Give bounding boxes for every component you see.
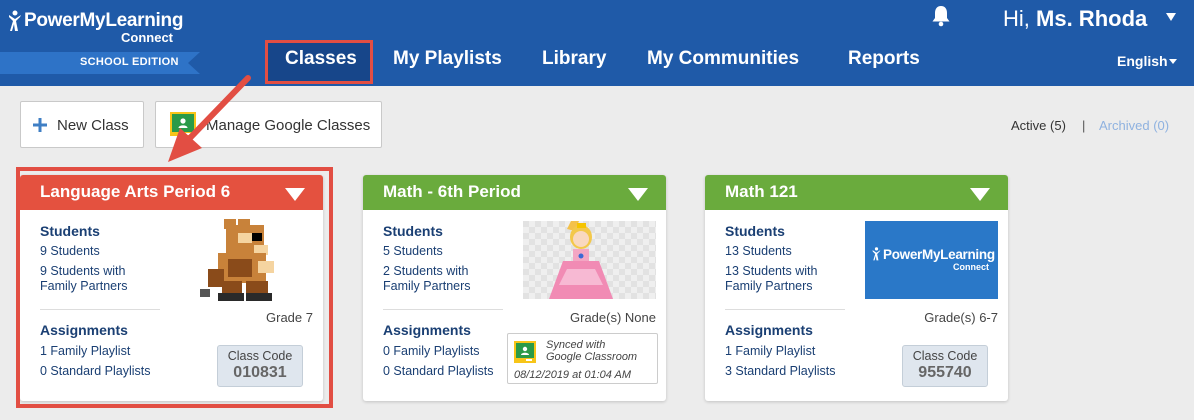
filter-separator: | (1082, 118, 1086, 133)
annotation-arrow-icon (168, 75, 251, 162)
assignments-heading: Assignments (383, 322, 471, 338)
card-divider (383, 309, 503, 310)
class-code-box: Class Code 955740 (902, 345, 988, 387)
students-heading: Students (725, 223, 785, 239)
family-playlist-count: 1 Family Playlist (725, 344, 816, 358)
family-partner-count: 13 Students with Family Partners (725, 264, 818, 293)
language-selector[interactable]: English (1117, 53, 1168, 69)
new-class-label: New Class (57, 117, 129, 134)
students-heading: Students (383, 223, 443, 239)
logo-person-icon (872, 247, 881, 261)
class-image-logo: PowerMyLearning Connect (865, 221, 998, 299)
tab-reports[interactable]: Reports (848, 48, 920, 70)
user-menu-caret-icon[interactable] (1166, 13, 1176, 21)
princess-peach-image (523, 221, 656, 299)
tile-logo-subtext: Connect (953, 262, 989, 272)
card-menu-caret-icon[interactable] (628, 188, 648, 201)
class-card-math-121[interactable]: Math 121 Students 13 Students 13 Student… (705, 175, 1008, 401)
archived-classes-filter[interactable]: Archived (0) (1099, 118, 1169, 133)
student-count: 5 Students (383, 244, 443, 258)
bell-icon[interactable] (931, 5, 951, 27)
grade-label: Grade(s) 6-7 (924, 310, 998, 325)
class-card-math-6th[interactable]: Math - 6th Period Students 5 Students 2 … (363, 175, 666, 401)
sync-line-2: Google Classroom (546, 351, 638, 363)
active-classes-filter[interactable]: Active (5) (1011, 118, 1066, 133)
family-playlist-count: 0 Family Playlists (383, 344, 480, 358)
user-name: Ms. Rhoda (1036, 6, 1148, 31)
sync-date: 08/12/2019 at 01:04 AM (514, 369, 632, 381)
greeting-prefix: Hi, (1003, 6, 1030, 31)
tab-library[interactable]: Library (542, 48, 606, 70)
language-caret-icon[interactable] (1169, 59, 1177, 64)
logo-subtext: Connect (121, 30, 173, 45)
tab-my-playlists[interactable]: My Playlists (393, 48, 502, 70)
plus-icon (33, 118, 47, 132)
user-greeting[interactable]: Hi, Ms. Rhoda (1003, 6, 1147, 32)
standard-playlist-count: 0 Standard Playlists (383, 364, 494, 378)
family-partner-count: 2 Students with Family Partners (383, 264, 471, 293)
google-classroom-icon (514, 341, 536, 363)
card-highlight-outline (16, 167, 333, 408)
assignments-heading: Assignments (725, 322, 813, 338)
edition-label: SCHOOL EDITION (80, 56, 179, 68)
card-header: Math - 6th Period (363, 175, 666, 210)
new-class-button[interactable]: New Class (20, 101, 144, 148)
class-code-value: 955740 (918, 364, 972, 381)
class-code-label: Class Code (912, 349, 978, 363)
standard-playlist-count: 3 Standard Playlists (725, 364, 836, 378)
sync-line-1: Synced with (546, 339, 606, 351)
google-sync-status: Synced with Google Classroom 08/12/2019 … (507, 333, 658, 384)
sync-text: Synced with Google Classroom (546, 339, 637, 363)
tab-classes[interactable]: Classes (285, 48, 357, 70)
card-title[interactable]: Math 121 (725, 182, 798, 202)
powermylearning-logo[interactable]: PowerMyLearning Connect SCHOOL EDITION (0, 8, 200, 78)
student-count: 13 Students (725, 244, 792, 258)
card-menu-caret-icon[interactable] (970, 188, 990, 201)
tile-logo-text: PowerMyLearning (883, 247, 995, 262)
card-divider (725, 309, 845, 310)
card-header: Math 121 (705, 175, 1008, 210)
logo-text: PowerMyLearning (24, 10, 184, 31)
grade-label: Grade(s) None (570, 310, 656, 325)
card-title[interactable]: Math - 6th Period (383, 182, 521, 202)
tab-my-communities[interactable]: My Communities (647, 48, 799, 70)
logo-person-icon (9, 10, 21, 31)
